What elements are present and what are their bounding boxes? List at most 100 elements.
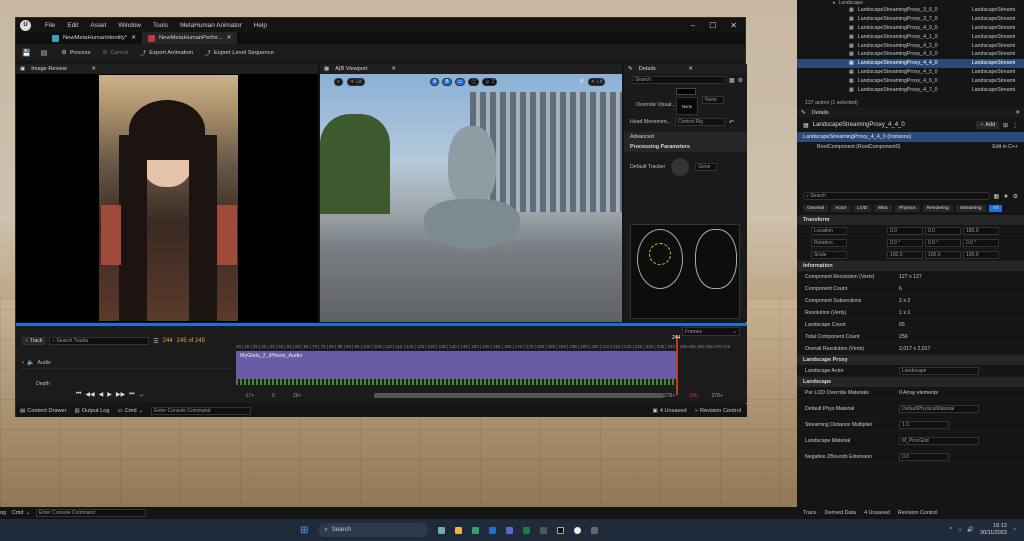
filter-actor[interactable]: Actor: [831, 205, 851, 212]
close-icon[interactable]: ✕: [226, 35, 231, 41]
location-y[interactable]: 0.0: [925, 226, 961, 235]
outliner-row[interactable]: ▦ LandscapeStreamingProxy_4_2_0 LandscapeS…: [797, 41, 1024, 50]
none-swatch[interactable]: None: [676, 97, 698, 115]
details-search-input[interactable]: ⌕ Search: [803, 192, 990, 200]
filter-physics[interactable]: Physics: [895, 205, 920, 212]
menu-help[interactable]: Help: [254, 22, 267, 29]
tracker-dropdown[interactable]: Gene: [695, 163, 718, 171]
unsaved-button[interactable]: 4 Unsaved: [864, 510, 890, 516]
menu-file[interactable]: File: [45, 22, 55, 29]
filter-icon[interactable]: ☰: [153, 338, 158, 345]
instance-row[interactable]: LandscapeStreamingProxy_4_4_0 (Instance): [797, 132, 1024, 142]
scale-y[interactable]: 100.0: [925, 250, 961, 259]
star-icon[interactable]: ★: [1003, 193, 1008, 200]
landscape-actor-dropdown[interactable]: Landscape: [899, 366, 979, 375]
menu-button[interactable]: ≡: [334, 78, 343, 86]
blueprint-icon[interactable]: ⊞: [1003, 122, 1008, 129]
save-icon[interactable]: 💾: [22, 49, 31, 57]
gear-icon[interactable]: ⚙: [738, 77, 743, 84]
trace-button[interactable]: Trace: [803, 510, 817, 516]
menu-tools[interactable]: Tools: [153, 22, 168, 29]
close-icon[interactable]: ✕: [91, 66, 96, 72]
notification-icon[interactable]: ◔: [1013, 527, 1016, 533]
lit-a-button[interactable]: ☀ Lit: [346, 78, 365, 86]
audio-clip[interactable]: MyGlets_2_iPhone_Audio: [236, 351, 676, 379]
expand-icon[interactable]: ›: [22, 360, 24, 366]
scale-z[interactable]: 100.0: [963, 250, 999, 259]
taskbar-search[interactable]: ⌕ Search: [318, 523, 429, 537]
rotation-label[interactable]: Rotation: [811, 238, 847, 247]
close-window-button[interactable]: ✕: [730, 21, 737, 30]
chevron-up-icon[interactable]: ^: [950, 527, 953, 533]
go-end-icon[interactable]: ⏭: [129, 391, 134, 398]
playhead[interactable]: [676, 335, 678, 395]
rotation-y[interactable]: 0.0 °: [925, 238, 961, 247]
landscape-proxy-section[interactable]: Landscape Proxy: [797, 355, 1024, 365]
default-phys-dropdown[interactable]: DefaultPhysicalMaterial: [899, 404, 979, 413]
tracker-thumbnail-icon[interactable]: [671, 158, 690, 176]
head-movement-dropdown[interactable]: Control Rig: [674, 118, 725, 126]
content-drawer-button[interactable]: ▤ Content Drawer: [20, 408, 66, 414]
lit-b-button[interactable]: ☀ Lit: [587, 78, 606, 86]
reverse-icon[interactable]: ◀: [99, 391, 104, 398]
tab-identity[interactable]: NewMetaHumanIdentity* ✕: [46, 32, 142, 44]
close-icon[interactable]: ✕: [1015, 110, 1020, 116]
edge-icon[interactable]: [472, 526, 480, 534]
outliner-row[interactable]: ▦ LandscapeStreamingProxy_4_4_0 LandscapeS…: [797, 58, 1024, 68]
maximize-button[interactable]: ☐: [709, 21, 716, 30]
browse-icon[interactable]: ▤: [41, 49, 48, 57]
streaming-distance-input[interactable]: 1.0: [899, 420, 949, 429]
teams-icon[interactable]: [506, 526, 514, 534]
negative-z-input[interactable]: 0.0: [899, 452, 949, 461]
filter-general[interactable]: General: [803, 205, 829, 212]
output-log-button[interactable]: ▥ Output Log: [74, 408, 109, 414]
override-visual-dropdown[interactable]: None: [702, 96, 724, 104]
menu-asset[interactable]: Asset: [90, 22, 106, 29]
table-icon[interactable]: ▦: [994, 193, 1000, 200]
outliner-row[interactable]: ▦ LandscapeStreamingProxy_4_6_0 LandscapeS…: [797, 76, 1024, 85]
loop-icon[interactable]: ↔: [139, 392, 145, 398]
location-label[interactable]: Location: [811, 226, 847, 235]
unsaved-button[interactable]: ▣ 4 Unsaved: [653, 408, 687, 414]
console-input[interactable]: Enter Console Command: [35, 509, 146, 517]
network-icon[interactable]: ⌂: [958, 527, 961, 533]
revision-control-button[interactable]: Revision Control: [898, 510, 938, 516]
close-icon[interactable]: ✕: [391, 66, 396, 72]
app-icon[interactable]: [591, 526, 599, 534]
step-back-icon[interactable]: ◀◀: [85, 391, 94, 398]
scale-x[interactable]: 100.0: [887, 250, 923, 259]
export-animation-button[interactable]: ⤴ Export Animation: [140, 48, 193, 58]
b-toggle[interactable]: B: [442, 78, 452, 86]
scale-label[interactable]: Scale: [811, 250, 847, 259]
close-icon[interactable]: ✕: [131, 35, 136, 41]
filter-streaming[interactable]: Streaming: [955, 205, 986, 212]
close-icon[interactable]: ✕: [688, 66, 693, 72]
landscape-material-dropdown[interactable]: M_ProcGrid: [899, 436, 979, 445]
frames-dropdown[interactable]: Frames ⌄: [682, 327, 740, 336]
console-input[interactable]: Enter Console Command: [151, 406, 252, 415]
outliner-row[interactable]: ▦ LandscapeStreamingProxy_3_7_0 LandscapeS…: [797, 15, 1024, 24]
menu-window[interactable]: Window: [118, 22, 141, 29]
split-icon[interactable]: ◫: [468, 78, 480, 86]
details-search-input[interactable]: ⌕ Search: [628, 76, 726, 84]
filter-misc[interactable]: Misc: [874, 205, 893, 212]
reset-icon[interactable]: ↶: [729, 119, 734, 126]
settings-icon[interactable]: [540, 526, 548, 534]
filter-all[interactable]: All: [988, 205, 1002, 212]
play-icon[interactable]: ▶: [107, 391, 112, 398]
landscape-section[interactable]: Landscape: [797, 377, 1024, 387]
menu-metahuman-animator[interactable]: MetaHuman Animator: [180, 22, 242, 29]
gear-icon[interactable]: ⚙: [1013, 193, 1018, 200]
outliner-row[interactable]: ▦ LandscapeStreamingProxy_4_0_0 LandscapeS…: [797, 24, 1024, 33]
information-section[interactable]: Information: [797, 261, 1024, 271]
rotation-z[interactable]: 0.0 °: [963, 238, 999, 247]
processing-parameters-section[interactable]: Processing Parameters: [624, 142, 747, 152]
task-view-icon[interactable]: [438, 526, 446, 534]
cmd-dropdown[interactable]: ▭ Cmd ⌄: [117, 408, 143, 414]
cmd-dropdown[interactable]: Cmd ⌄: [12, 510, 30, 516]
process-button[interactable]: ⚙ Process: [61, 50, 90, 56]
outliner-row[interactable]: ▦ LandscapeStreamingProxy_4_5_0 LandscapeS…: [797, 68, 1024, 77]
export-level-sequence-button[interactable]: ⤴ Export Level Sequence: [205, 48, 274, 58]
go-start-icon[interactable]: ⏮: [76, 391, 81, 398]
transform-section[interactable]: Transform: [797, 215, 1024, 225]
